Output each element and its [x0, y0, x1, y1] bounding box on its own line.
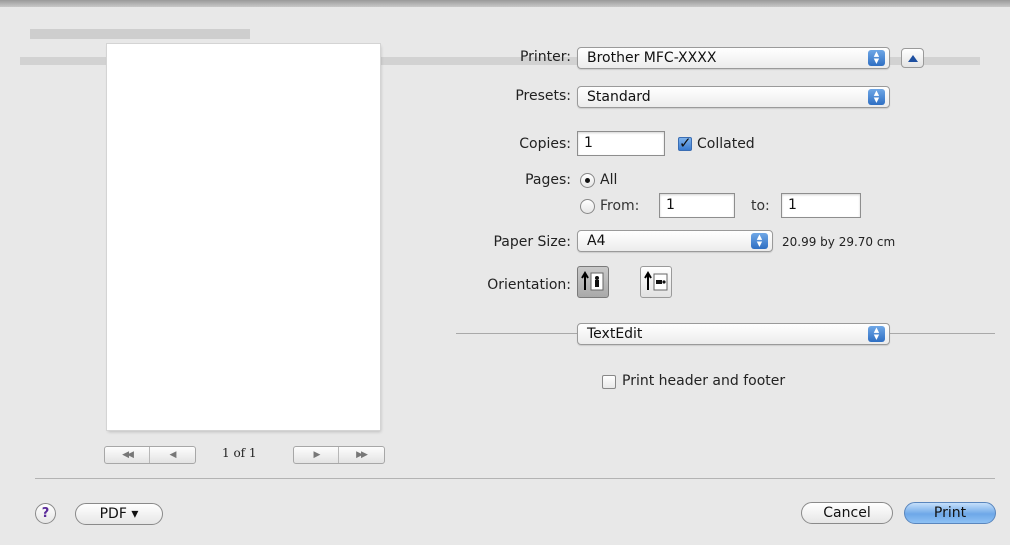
- pdf-menu-button[interactable]: PDF ▾: [75, 503, 163, 525]
- printer-value: Brother MFC-XXXX: [587, 50, 717, 66]
- print-header-footer-label: Print header and footer: [622, 373, 786, 389]
- disclosure-button[interactable]: [901, 48, 924, 68]
- presets-popup[interactable]: Standard ▲ ▼: [577, 86, 890, 108]
- bottom-separator: [35, 478, 995, 479]
- disclosure-triangle-icon: [907, 54, 918, 62]
- section-value: TextEdit: [587, 326, 643, 342]
- paper-size-label: Paper Size:: [493, 234, 571, 250]
- print-header-footer-checkbox[interactable]: [602, 375, 616, 389]
- cancel-button[interactable]: Cancel: [801, 502, 893, 524]
- first-page-button[interactable]: ◀◀: [105, 447, 149, 463]
- cancel-label: Cancel: [823, 505, 871, 521]
- pages-all-label: All: [600, 172, 618, 188]
- copies-input[interactable]: 1: [577, 131, 665, 156]
- portrait-icon: [581, 271, 604, 291]
- pages-from-radio[interactable]: [580, 199, 595, 214]
- paper-dimensions: 20.99 by 29.70 cm: [782, 235, 896, 249]
- collated-label: Collated: [697, 136, 755, 152]
- pages-from-label: From:: [600, 198, 640, 214]
- popup-arrows-icon: ▲ ▼: [868, 326, 885, 342]
- preview-forward-controls: ▶ ▶▶: [293, 446, 385, 464]
- print-label: Print: [933, 505, 967, 521]
- copies-label: Copies:: [519, 136, 571, 152]
- pdf-label: PDF ▾: [99, 506, 139, 522]
- window-top-edge: [0, 0, 1010, 7]
- pages-label: Pages:: [525, 172, 571, 188]
- pages-to-input[interactable]: 1: [781, 193, 861, 218]
- popup-arrows-icon: ▲ ▼: [868, 50, 885, 66]
- help-button[interactable]: ?: [35, 503, 56, 524]
- paper-size-popup[interactable]: A4 ▲ ▼: [577, 230, 773, 252]
- print-preview-page: [107, 44, 380, 430]
- portrait-orientation-button[interactable]: [577, 266, 609, 298]
- presets-label: Presets:: [515, 88, 571, 104]
- section-divider-right: [890, 333, 995, 334]
- print-button[interactable]: Print: [904, 502, 996, 524]
- section-divider-left: [456, 333, 577, 334]
- orientation-label: Orientation:: [487, 277, 571, 293]
- printer-label: Printer:: [519, 49, 571, 65]
- pages-all-radio[interactable]: [580, 173, 595, 188]
- printer-popup[interactable]: Brother MFC-XXXX ▲ ▼: [577, 47, 890, 69]
- section-popup[interactable]: TextEdit ▲ ▼: [577, 323, 890, 345]
- popup-arrows-icon: ▲ ▼: [868, 89, 885, 105]
- popup-arrows-icon: ▲ ▼: [751, 233, 768, 249]
- collated-checkbox[interactable]: ✓: [678, 136, 692, 151]
- presets-value: Standard: [587, 89, 651, 105]
- preview-back-controls: ◀◀ ◀: [104, 446, 196, 464]
- paper-size-value: A4: [587, 233, 606, 249]
- page-indicator: 1 of 1: [222, 446, 257, 460]
- pages-from-input[interactable]: 1: [659, 193, 735, 218]
- next-page-button[interactable]: ▶: [294, 447, 338, 463]
- previous-page-button[interactable]: ◀: [149, 447, 194, 463]
- pages-to-label: to:: [751, 198, 770, 214]
- landscape-icon: [644, 271, 668, 291]
- landscape-orientation-button[interactable]: [640, 266, 672, 298]
- last-page-button[interactable]: ▶▶: [338, 447, 383, 463]
